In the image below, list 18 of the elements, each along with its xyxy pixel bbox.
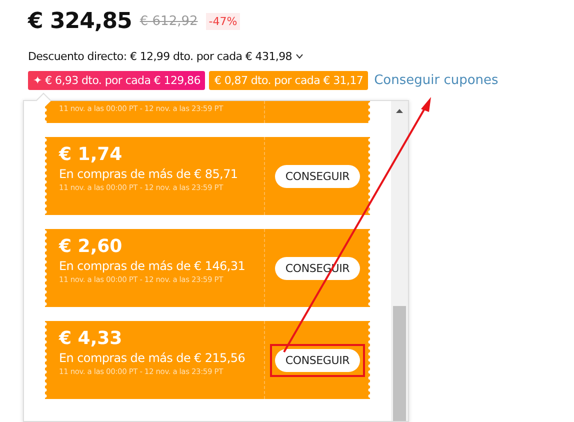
coupon-condition: En compras de más de € 146,31: [59, 258, 246, 274]
original-price: € 612,92: [140, 14, 198, 28]
current-price: € 324,85: [28, 8, 132, 34]
get-coupons-link[interactable]: Conseguir cupones: [374, 72, 498, 88]
get-coupon-button[interactable]: CONSEGUIR: [275, 164, 360, 188]
scrollbar[interactable]: [391, 101, 408, 421]
discount-badge: -47%: [206, 12, 240, 30]
coupon-amount: € 1,74: [59, 144, 124, 166]
coupon-tag[interactable]: ✦ € 6,93 dto. por cada € 129,86: [28, 70, 206, 90]
coupon-condition: En compras de más de € 215,56: [59, 350, 246, 366]
chevron-down-icon[interactable]: [296, 54, 303, 59]
coupon-condition: En compras de más de € 85,71: [59, 166, 239, 182]
coupon-amount: € 4,33: [59, 328, 124, 350]
scrollbar-thumb[interactable]: [393, 306, 406, 421]
direct-discount-text: Descuento directo: € 12,99 dto. por cada € 431,98: [28, 50, 292, 63]
scroll-up-icon[interactable]: [396, 109, 403, 113]
get-coupon-button[interactable]: CONSEGUIR: [275, 348, 360, 372]
coupon-amount: € 2,60: [59, 236, 124, 258]
